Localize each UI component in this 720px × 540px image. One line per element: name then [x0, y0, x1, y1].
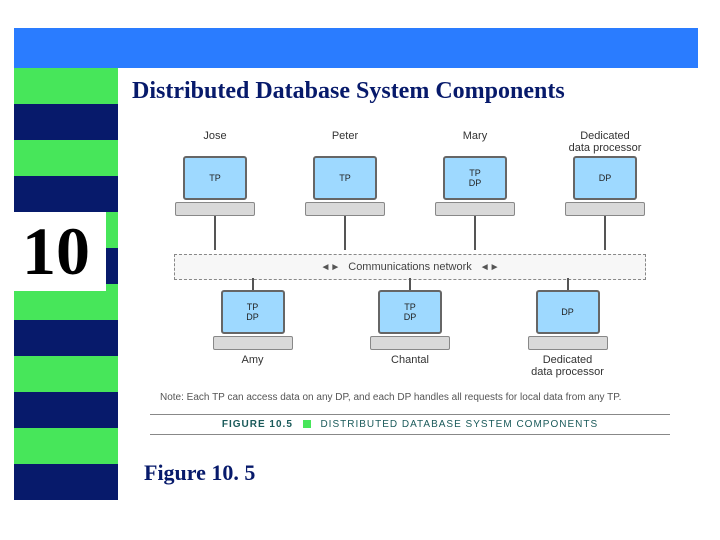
stripe — [14, 356, 118, 392]
computer-base-icon — [213, 336, 293, 350]
connector-line — [252, 278, 254, 290]
workstation-label: Chantal — [391, 354, 429, 378]
page-title: Distributed Database System Components — [132, 78, 565, 105]
connector-line — [214, 216, 216, 250]
stripe — [14, 392, 118, 428]
figure-note: Note: Each TP can access data on any DP,… — [160, 392, 621, 403]
monitor-icon: TP DP — [378, 290, 442, 334]
workstation-label: Peter — [332, 130, 358, 154]
workstation: Peter TP — [290, 130, 400, 216]
stripe — [14, 104, 118, 140]
computer-row-bottom: TP DP Amy TP DP Chantal DP Dedicated dat… — [150, 290, 670, 378]
stripe — [14, 68, 118, 104]
chapter-number: 10 — [6, 212, 106, 291]
workstation: TP DP Amy — [198, 290, 308, 378]
computer-base-icon — [370, 336, 450, 350]
workstation: Dedicated data processor DP — [550, 130, 660, 216]
workstation: DP Dedicated data processor — [513, 290, 623, 378]
connector-line — [344, 216, 346, 250]
monitor-icon: TP DP — [221, 290, 285, 334]
arrow-icon: ◄► — [480, 262, 500, 273]
connector-line — [567, 278, 569, 290]
figure-diagram: Jose TP Peter TP Mary TP DP Dedicated da… — [150, 120, 670, 440]
figure-title-bar: FIGURE 10.5 DISTRIBUTED DATABASE SYSTEM … — [150, 414, 670, 435]
figure-caption: Figure 10. 5 — [144, 460, 255, 486]
stripe — [14, 176, 118, 212]
monitor-icon: DP — [573, 156, 637, 200]
connector-line — [474, 216, 476, 250]
workstation: Mary TP DP — [420, 130, 530, 216]
stripe — [14, 320, 118, 356]
computer-base-icon — [528, 336, 608, 350]
monitor-icon: TP DP — [443, 156, 507, 200]
computer-base-icon — [565, 202, 645, 216]
stripe — [14, 464, 118, 500]
connector-line — [409, 278, 411, 290]
workstation-label: Dedicated data processor — [531, 354, 604, 378]
workstation: TP DP Chantal — [355, 290, 465, 378]
workstation-label: Dedicated data processor — [569, 130, 642, 154]
monitor-icon: TP — [313, 156, 377, 200]
arrow-icon: ◄► — [320, 262, 340, 273]
network-label: Communications network — [348, 261, 472, 273]
monitor-icon: TP — [183, 156, 247, 200]
computer-base-icon — [305, 202, 385, 216]
top-accent-bar — [14, 28, 698, 68]
workstation: Jose TP — [160, 130, 270, 216]
network-bus: ◄► Communications network ◄► — [174, 254, 646, 280]
connector-line — [604, 216, 606, 250]
figure-name: DISTRIBUTED DATABASE SYSTEM COMPONENTS — [320, 419, 598, 430]
computer-row-top: Jose TP Peter TP Mary TP DP Dedicated da… — [150, 130, 670, 216]
stripe — [14, 428, 118, 464]
workstation-label: Jose — [203, 130, 226, 154]
workstation-label: Amy — [242, 354, 264, 378]
monitor-icon: DP — [536, 290, 600, 334]
slide: 10 Distributed Database System Component… — [0, 0, 720, 540]
figure-label: FIGURE 10.5 — [222, 419, 293, 430]
stripe — [14, 140, 118, 176]
square-icon — [303, 420, 311, 428]
workstation-label: Mary — [463, 130, 487, 154]
computer-base-icon — [435, 202, 515, 216]
computer-base-icon — [175, 202, 255, 216]
